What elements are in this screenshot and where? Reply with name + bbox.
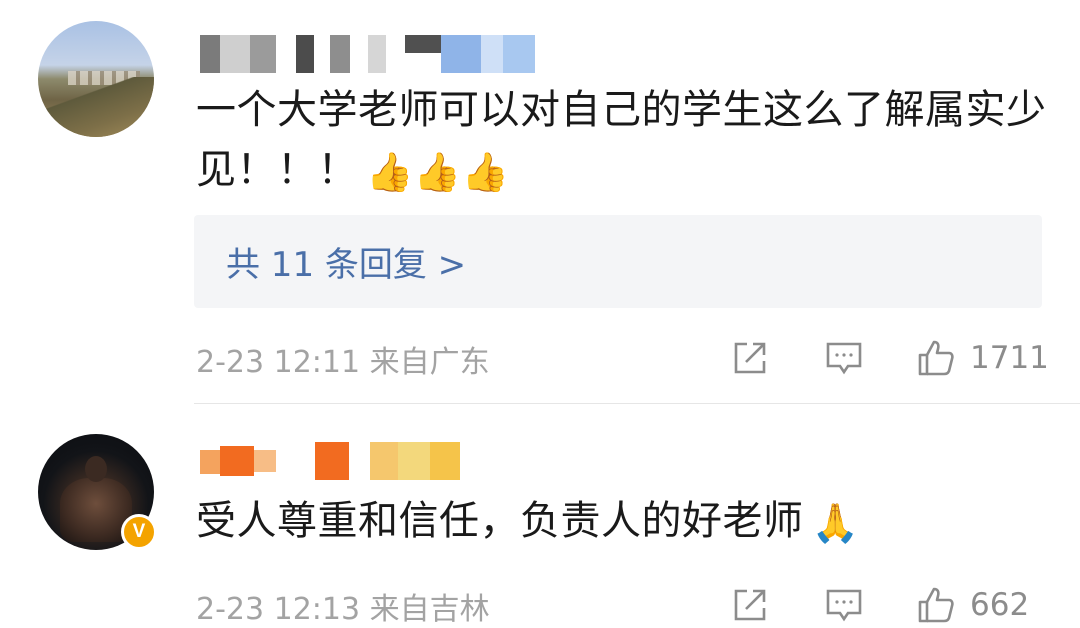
verified-badge-icon: V — [121, 514, 157, 550]
comment-item: 受人尊重和信任，负责人的好老师 🙏 2-23 12:13 来自吉林 662 — [0, 404, 1080, 627]
view-replies-link[interactable]: 共 11 条回复 > — [226, 237, 466, 286]
comment-icon — [826, 589, 862, 622]
comment-icon — [826, 342, 862, 375]
comment-meta: 2-23 12:13 来自吉林 — [196, 592, 490, 627]
share-button[interactable] — [730, 585, 770, 625]
username-censored[interactable] — [200, 442, 540, 480]
comment-button[interactable] — [824, 585, 864, 625]
comment-meta: 2-23 12:11 来自广东 — [196, 345, 490, 380]
username-censored[interactable] — [200, 35, 540, 73]
like-button[interactable]: 1711 — [916, 338, 1049, 378]
replies-container[interactable]: 共 11 条回复 > — [194, 215, 1042, 308]
like-count: 1711 — [970, 340, 1049, 376]
like-count: 662 — [970, 587, 1030, 623]
thumbs-up-emoji-icon: 👍👍👍 — [366, 150, 510, 194]
avatar-image — [38, 77, 154, 137]
comment-button[interactable] — [824, 338, 864, 378]
thumbs-up-icon — [918, 587, 954, 623]
thumbs-up-icon — [918, 340, 954, 376]
comment-text: 受人尊重和信任，负责人的好老师 🙏 — [196, 491, 1050, 553]
share-button[interactable] — [730, 338, 770, 378]
comment-text: 一个大学老师可以对自己的学生这么了解属实少见！！！ 👍👍👍 — [196, 80, 1050, 202]
share-icon — [734, 342, 766, 374]
avatar[interactable] — [38, 21, 154, 137]
avatar-image — [85, 456, 107, 482]
like-button[interactable]: 662 — [916, 585, 1029, 625]
comment-item: 一个大学老师可以对自己的学生这么了解属实少见！！！ 👍👍👍 共 11 条回复 > … — [0, 0, 1080, 404]
praying-hands-emoji-icon: 🙏 — [811, 501, 860, 545]
share-icon — [734, 589, 766, 621]
